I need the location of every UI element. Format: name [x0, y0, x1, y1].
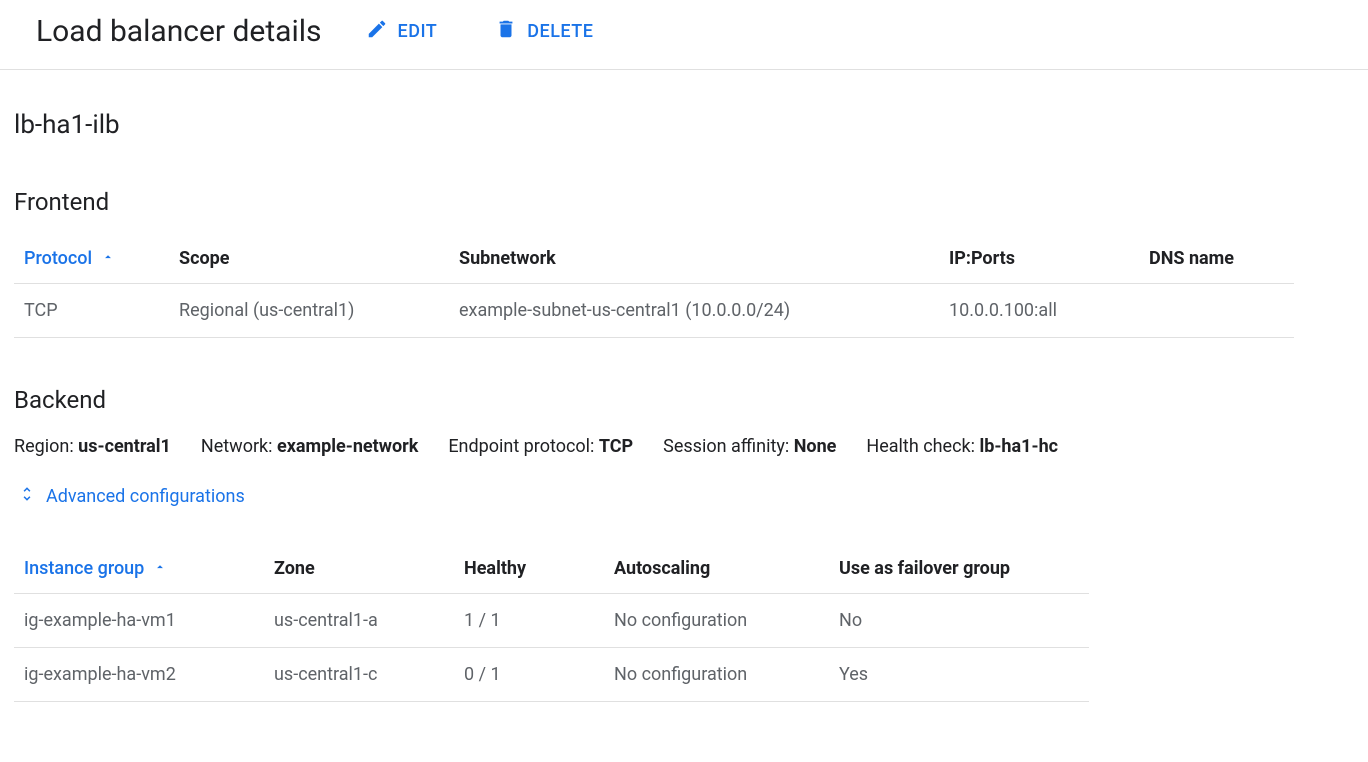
advanced-configurations-toggle[interactable]: Advanced configurations [14, 485, 1354, 508]
frontend-table: Protocol Scope Subnetwork IP:Ports DNS n… [14, 238, 1294, 338]
region-value: us-central1 [78, 436, 171, 457]
page-title: Load balancer details [36, 14, 322, 49]
cell-scope: Regional (us-central1) [169, 284, 449, 338]
cell-subnetwork: example-subnet-us-central1 (10.0.0.0/24) [449, 284, 939, 338]
table-row: TCP Regional (us-central1) example-subne… [14, 284, 1294, 338]
advanced-label: Advanced configurations [46, 486, 245, 507]
cell-ig: ig-example-ha-vm1 [14, 594, 264, 648]
healthcheck-value: lb-ha1-hc [979, 436, 1058, 457]
endpoint-value: TCP [599, 436, 633, 457]
col-ig-label: Instance group [24, 558, 144, 579]
trash-icon [495, 18, 517, 45]
meta-endpoint: Endpoint protocol: TCP [448, 436, 633, 457]
affinity-value: None [794, 436, 837, 457]
frontend-title: Frontend [14, 188, 1354, 216]
cell-zone: us-central1-a [264, 594, 454, 648]
affinity-label: Session affinity: [663, 436, 794, 457]
pencil-icon [366, 18, 388, 45]
cell-ig: ig-example-ha-vm2 [14, 648, 264, 702]
col-scope[interactable]: Scope [169, 238, 449, 284]
cell-protocol: TCP [14, 284, 169, 338]
endpoint-label: Endpoint protocol: [448, 436, 599, 457]
delete-label: DELETE [527, 21, 593, 42]
edit-label: EDIT [398, 21, 438, 42]
cell-healthy: 1 / 1 [454, 594, 604, 648]
sort-up-icon [153, 558, 167, 579]
header-bar: Load balancer details EDIT DELETE [0, 0, 1368, 70]
cell-dnsname [1139, 284, 1294, 338]
col-subnetwork[interactable]: Subnetwork [449, 238, 939, 284]
cell-autoscaling: No configuration [604, 594, 829, 648]
cell-failover: Yes [829, 648, 1089, 702]
expand-icon [18, 485, 36, 508]
cell-failover: No [829, 594, 1089, 648]
col-autoscaling[interactable]: Autoscaling [604, 548, 829, 594]
healthcheck-label: Health check: [866, 436, 979, 457]
backend-table: Instance group Zone Healthy Autoscaling … [14, 548, 1089, 702]
resource-name: lb-ha1-ilb [14, 110, 1354, 140]
meta-network: Network: example-network [201, 436, 418, 457]
col-failover[interactable]: Use as failover group [829, 548, 1089, 594]
backend-meta: Region: us-central1 Network: example-net… [14, 436, 1354, 457]
content: lb-ha1-ilb Frontend Protocol Scope Subne… [0, 70, 1368, 702]
table-row: ig-example-ha-vm1 us-central1-a 1 / 1 No… [14, 594, 1089, 648]
region-label: Region: [14, 436, 78, 457]
cell-zone: us-central1-c [264, 648, 454, 702]
delete-button[interactable]: DELETE [491, 12, 597, 51]
sort-up-icon [101, 248, 115, 269]
network-value: example-network [277, 436, 418, 457]
col-protocol-label: Protocol [24, 248, 92, 269]
col-zone[interactable]: Zone [264, 548, 454, 594]
cell-autoscaling: No configuration [604, 648, 829, 702]
col-ipports[interactable]: IP:Ports [939, 238, 1139, 284]
cell-ipports: 10.0.0.100:all [939, 284, 1139, 338]
table-row: ig-example-ha-vm2 us-central1-c 0 / 1 No… [14, 648, 1089, 702]
meta-affinity: Session affinity: None [663, 436, 836, 457]
edit-button[interactable]: EDIT [362, 12, 442, 51]
action-group: EDIT DELETE [362, 12, 598, 51]
col-instance-group[interactable]: Instance group [14, 548, 264, 594]
network-label: Network: [201, 436, 277, 457]
col-protocol[interactable]: Protocol [14, 238, 169, 284]
backend-title: Backend [14, 386, 1354, 414]
col-healthy[interactable]: Healthy [454, 548, 604, 594]
meta-healthcheck: Health check: lb-ha1-hc [866, 436, 1058, 457]
meta-region: Region: us-central1 [14, 436, 171, 457]
col-dnsname[interactable]: DNS name [1139, 238, 1294, 284]
cell-healthy: 0 / 1 [454, 648, 604, 702]
